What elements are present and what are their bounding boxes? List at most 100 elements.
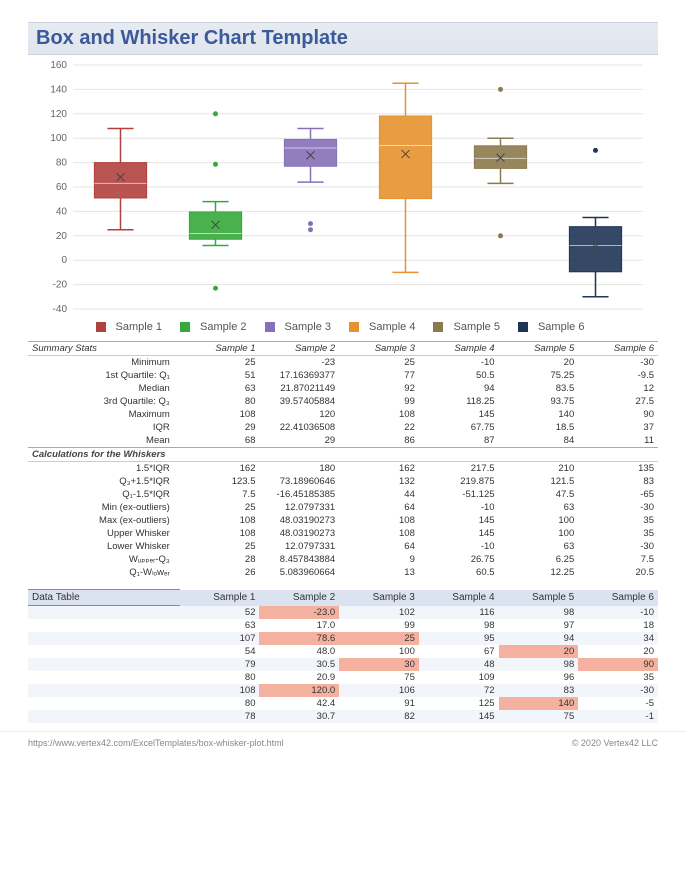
- data-cell[interactable]: 82: [339, 710, 419, 723]
- footer-link[interactable]: https://www.vertex42.com/ExcelTemplates/…: [28, 738, 284, 748]
- stat-cell: 145: [419, 408, 499, 421]
- svg-text:60: 60: [56, 182, 68, 193]
- stat-cell: 132: [339, 475, 419, 488]
- data-cell[interactable]: 75: [499, 710, 579, 723]
- data-cell[interactable]: 140: [499, 697, 579, 710]
- data-cell[interactable]: 48.0: [259, 645, 339, 658]
- column-header: Sample 4: [419, 342, 499, 356]
- data-cell[interactable]: 91: [339, 697, 419, 710]
- stat-cell: 100: [499, 527, 579, 540]
- data-cell[interactable]: 102: [339, 606, 419, 619]
- stat-cell: -30: [578, 356, 658, 370]
- stat-cell: 63: [499, 540, 579, 553]
- column-header: Sample 2: [259, 590, 339, 606]
- data-cell[interactable]: 18: [578, 619, 658, 632]
- stat-cell: 217.5: [419, 462, 499, 476]
- column-header: Sample 5: [499, 342, 579, 356]
- data-cell[interactable]: 90: [578, 658, 658, 671]
- data-cell[interactable]: 30.7: [259, 710, 339, 723]
- stat-cell: 210: [499, 462, 579, 476]
- legend-item: Sample 1: [96, 321, 168, 333]
- data-cell[interactable]: 98: [499, 658, 579, 671]
- data-cell[interactable]: 20: [499, 645, 579, 658]
- stat-cell: 25: [180, 356, 260, 370]
- legend-label: Sample 1: [116, 321, 162, 333]
- data-cell[interactable]: 72: [419, 684, 499, 697]
- data-cell[interactable]: 95: [419, 632, 499, 645]
- data-cell[interactable]: 99: [339, 619, 419, 632]
- data-cell[interactable]: 54: [180, 645, 260, 658]
- data-cell[interactable]: 63: [180, 619, 260, 632]
- data-row-label: [28, 606, 180, 619]
- column-header: Sample 4: [419, 590, 499, 606]
- stat-cell: 83.5: [499, 382, 579, 395]
- data-cell[interactable]: 35: [578, 671, 658, 684]
- stat-cell: 22: [339, 421, 419, 434]
- data-cell[interactable]: 52: [180, 606, 260, 619]
- data-cell[interactable]: 98: [499, 606, 579, 619]
- stat-cell: 108: [180, 408, 260, 421]
- svg-text:160: 160: [50, 60, 67, 71]
- data-cell[interactable]: 108: [180, 684, 260, 697]
- data-cell[interactable]: -5: [578, 697, 658, 710]
- data-cell[interactable]: 42.4: [259, 697, 339, 710]
- data-cell[interactable]: 25: [339, 632, 419, 645]
- data-cell[interactable]: 20: [578, 645, 658, 658]
- data-cell[interactable]: 67: [419, 645, 499, 658]
- data-cell[interactable]: 83: [499, 684, 579, 697]
- data-cell[interactable]: -23.0: [259, 606, 339, 619]
- data-cell[interactable]: 80: [180, 697, 260, 710]
- data-cell[interactable]: 96: [499, 671, 579, 684]
- stat-cell: 84: [499, 434, 579, 448]
- data-cell[interactable]: 75: [339, 671, 419, 684]
- data-cell[interactable]: -1: [578, 710, 658, 723]
- legend-label: Sample 5: [453, 321, 499, 333]
- data-cell[interactable]: 78.6: [259, 632, 339, 645]
- data-cell[interactable]: 94: [499, 632, 579, 645]
- data-cell[interactable]: 48: [419, 658, 499, 671]
- data-cell[interactable]: 78: [180, 710, 260, 723]
- data-cell[interactable]: 109: [419, 671, 499, 684]
- data-cell[interactable]: 17.0: [259, 619, 339, 632]
- stat-cell: 100: [499, 514, 579, 527]
- stat-cell: 92: [339, 382, 419, 395]
- data-cell[interactable]: -10: [578, 606, 658, 619]
- data-cell[interactable]: 30.5: [259, 658, 339, 671]
- stat-cell: 7.5: [180, 488, 260, 501]
- legend-item: Sample 6: [518, 321, 590, 333]
- data-table: Data TableSample 1Sample 2Sample 3Sample…: [28, 589, 658, 723]
- data-cell[interactable]: 34: [578, 632, 658, 645]
- data-cell[interactable]: -30: [578, 684, 658, 697]
- data-cell[interactable]: 20.9: [259, 671, 339, 684]
- row-label: Mean: [28, 434, 180, 448]
- data-cell[interactable]: 98: [419, 619, 499, 632]
- stat-cell: 87: [419, 434, 499, 448]
- stat-cell: 37: [578, 421, 658, 434]
- stat-cell: 108: [180, 514, 260, 527]
- data-cell[interactable]: 116: [419, 606, 499, 619]
- stat-cell: 75.25: [499, 369, 579, 382]
- stat-cell: 108: [339, 527, 419, 540]
- stat-cell: -10: [419, 501, 499, 514]
- column-header: Sample 1: [180, 342, 260, 356]
- data-cell[interactable]: 97: [499, 619, 579, 632]
- data-cell[interactable]: 79: [180, 658, 260, 671]
- data-cell[interactable]: 120.0: [259, 684, 339, 697]
- stat-cell: 118.25: [419, 395, 499, 408]
- data-cell[interactable]: 106: [339, 684, 419, 697]
- data-cell[interactable]: 80: [180, 671, 260, 684]
- data-cell[interactable]: 125: [419, 697, 499, 710]
- data-row-label: [28, 710, 180, 723]
- data-cell[interactable]: 30: [339, 658, 419, 671]
- page-title: Box and Whisker Chart Template: [36, 27, 650, 50]
- svg-text:20: 20: [56, 231, 68, 242]
- data-cell[interactable]: 107: [180, 632, 260, 645]
- stat-cell: 47.5: [499, 488, 579, 501]
- legend-swatch: [265, 322, 275, 332]
- legend-item: Sample 5: [433, 321, 505, 333]
- stat-cell: 18.5: [499, 421, 579, 434]
- stat-cell: 83: [578, 475, 658, 488]
- data-cell[interactable]: 145: [419, 710, 499, 723]
- data-cell[interactable]: 100: [339, 645, 419, 658]
- stat-cell: 6.25: [499, 553, 579, 566]
